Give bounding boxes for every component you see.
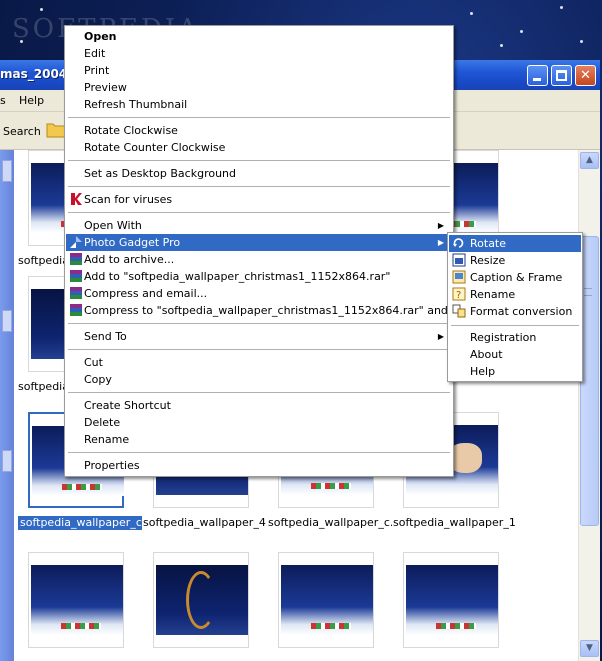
context-menu: Open Edit Print Preview Refresh Thumbnai… bbox=[64, 25, 482, 477]
format-conversion-icon bbox=[452, 304, 466, 318]
kaspersky-icon bbox=[71, 193, 82, 205]
search-button[interactable]: Search bbox=[3, 125, 41, 138]
winrar-icon bbox=[70, 253, 82, 265]
menu-separator bbox=[68, 160, 450, 161]
menu-help[interactable]: Help bbox=[19, 94, 44, 107]
submenu-item-resize[interactable]: Resize bbox=[449, 252, 581, 269]
photo-gadget-icon bbox=[70, 236, 82, 248]
thumbnail-label: softpedia_wallpaper_1... bbox=[393, 516, 517, 529]
menu-item-compress-rar-and-email[interactable]: Compress to "softpedia_wallpaper_christm… bbox=[66, 302, 482, 319]
menu-item-scan-for-viruses[interactable]: Scan for viruses bbox=[66, 191, 452, 208]
close-icon: ✕ bbox=[580, 68, 591, 83]
caption-frame-icon bbox=[452, 270, 466, 284]
menu-item-open-with[interactable]: Open With ▶ bbox=[66, 217, 452, 234]
menu-separator bbox=[68, 186, 450, 187]
menu-item-label: Rename bbox=[470, 288, 516, 301]
menu-item-label: Photo Gadget Pro bbox=[84, 236, 181, 249]
task-pane-strip bbox=[0, 150, 14, 661]
menu-item-set-desktop-background[interactable]: Set as Desktop Background bbox=[66, 165, 452, 182]
menu-separator bbox=[68, 212, 450, 213]
window-title: mas_2004_ bbox=[0, 67, 74, 81]
menu-separator bbox=[451, 325, 579, 326]
menu-separator bbox=[68, 349, 450, 350]
photo-gadget-submenu: Rotate Resize Caption & Frame ? Rename F… bbox=[447, 232, 583, 382]
menu-item-label: Format conversion bbox=[470, 305, 573, 318]
menu-item-preview[interactable]: Preview bbox=[66, 79, 452, 96]
thumbnail-frame bbox=[403, 552, 499, 648]
menu-tools[interactable]: s bbox=[0, 94, 6, 107]
submenu-item-registration[interactable]: Registration bbox=[449, 329, 581, 346]
thumbnail-image bbox=[406, 565, 498, 635]
menu-item-label: Add to archive... bbox=[84, 253, 175, 266]
submenu-arrow-icon: ▶ bbox=[437, 332, 444, 341]
maximize-button[interactable] bbox=[551, 65, 572, 86]
close-button[interactable]: ✕ bbox=[575, 65, 596, 86]
menu-item-create-shortcut[interactable]: Create Shortcut bbox=[66, 397, 452, 414]
menu-item-label: Compress and email... bbox=[84, 287, 208, 300]
svg-text:?: ? bbox=[456, 290, 461, 301]
menu-item-open[interactable]: Open bbox=[66, 28, 452, 45]
menu-separator bbox=[68, 392, 450, 393]
menu-item-refresh-thumbnail[interactable]: Refresh Thumbnail bbox=[66, 96, 452, 113]
menu-separator bbox=[68, 452, 450, 453]
winrar-icon bbox=[70, 270, 82, 282]
menu-item-label: Add to "softpedia_wallpaper_christmas1_1… bbox=[84, 270, 391, 283]
scroll-up-icon[interactable]: ▲ bbox=[580, 152, 599, 169]
menu-item-photo-gadget-pro[interactable]: Photo Gadget Pro ▶ bbox=[66, 234, 452, 251]
menu-item-delete[interactable]: Delete bbox=[66, 414, 452, 431]
vertical-scrollbar[interactable]: ▲ ▼ bbox=[578, 150, 600, 661]
submenu-item-rotate[interactable]: Rotate bbox=[449, 235, 581, 252]
menu-item-cut[interactable]: Cut bbox=[66, 354, 452, 371]
winrar-icon bbox=[70, 304, 82, 316]
thumbnail-frame bbox=[278, 552, 374, 648]
menu-item-label: Open With bbox=[84, 219, 142, 232]
menu-item-rotate-clockwise[interactable]: Rotate Clockwise bbox=[66, 122, 452, 139]
menu-item-label: Resize bbox=[470, 254, 506, 267]
submenu-item-caption-frame[interactable]: Caption & Frame bbox=[449, 269, 581, 286]
menu-separator bbox=[68, 117, 450, 118]
thumbnail-label: softpedia_wallpaper_christmas1_1152x864.… bbox=[18, 516, 142, 530]
menu-item-add-to-archive[interactable]: Add to archive... bbox=[66, 251, 452, 268]
folders-icon[interactable] bbox=[46, 120, 66, 138]
minimize-button[interactable] bbox=[527, 65, 548, 86]
menu-item-add-to-rar[interactable]: Add to "softpedia_wallpaper_christmas1_1… bbox=[66, 268, 452, 285]
submenu-item-format-conversion[interactable]: Format conversion bbox=[449, 303, 581, 320]
menu-item-rename[interactable]: Rename bbox=[66, 431, 452, 448]
menu-item-label: Send To bbox=[84, 330, 127, 343]
menu-item-label: Caption & Frame bbox=[470, 271, 563, 284]
menu-item-edit[interactable]: Edit bbox=[66, 45, 452, 62]
menu-item-copy[interactable]: Copy bbox=[66, 371, 452, 388]
thumbnail-image bbox=[281, 565, 373, 635]
thumbnail-label: softpedia_wallpaper_c... bbox=[268, 516, 392, 529]
maximize-icon bbox=[556, 70, 567, 81]
submenu-arrow-icon: ▶ bbox=[437, 238, 444, 247]
thumbnail-frame bbox=[28, 552, 124, 648]
winrar-icon bbox=[70, 287, 82, 299]
menu-separator bbox=[68, 323, 450, 324]
resize-icon bbox=[452, 253, 466, 267]
rename-icon: ? bbox=[452, 287, 466, 301]
menu-item-print[interactable]: Print bbox=[66, 62, 452, 79]
thumbnail-image bbox=[31, 565, 123, 635]
menu-item-rotate-counter-clockwise[interactable]: Rotate Counter Clockwise bbox=[66, 139, 452, 156]
thumbnail-label: softpedia_wallpaper_4... bbox=[143, 516, 267, 529]
menu-item-properties[interactable]: Properties bbox=[66, 457, 452, 474]
submenu-item-rename[interactable]: ? Rename bbox=[449, 286, 581, 303]
menu-item-label: Rotate bbox=[470, 237, 507, 250]
submenu-item-about[interactable]: About bbox=[449, 346, 581, 363]
thumbnail-image bbox=[156, 565, 248, 635]
thumbnail-frame bbox=[153, 552, 249, 648]
menu-item-compress-and-email[interactable]: Compress and email... bbox=[66, 285, 452, 302]
submenu-arrow-icon: ▶ bbox=[437, 221, 444, 230]
menu-item-label: Compress to "softpedia_wallpaper_christm… bbox=[84, 304, 482, 317]
menu-item-label: Scan for viruses bbox=[84, 193, 173, 206]
menu-item-send-to[interactable]: Send To ▶ bbox=[66, 328, 452, 345]
scroll-down-icon[interactable]: ▼ bbox=[580, 640, 599, 657]
rotate-icon bbox=[453, 238, 464, 248]
minimize-icon bbox=[533, 78, 541, 81]
submenu-item-help[interactable]: Help bbox=[449, 363, 581, 380]
